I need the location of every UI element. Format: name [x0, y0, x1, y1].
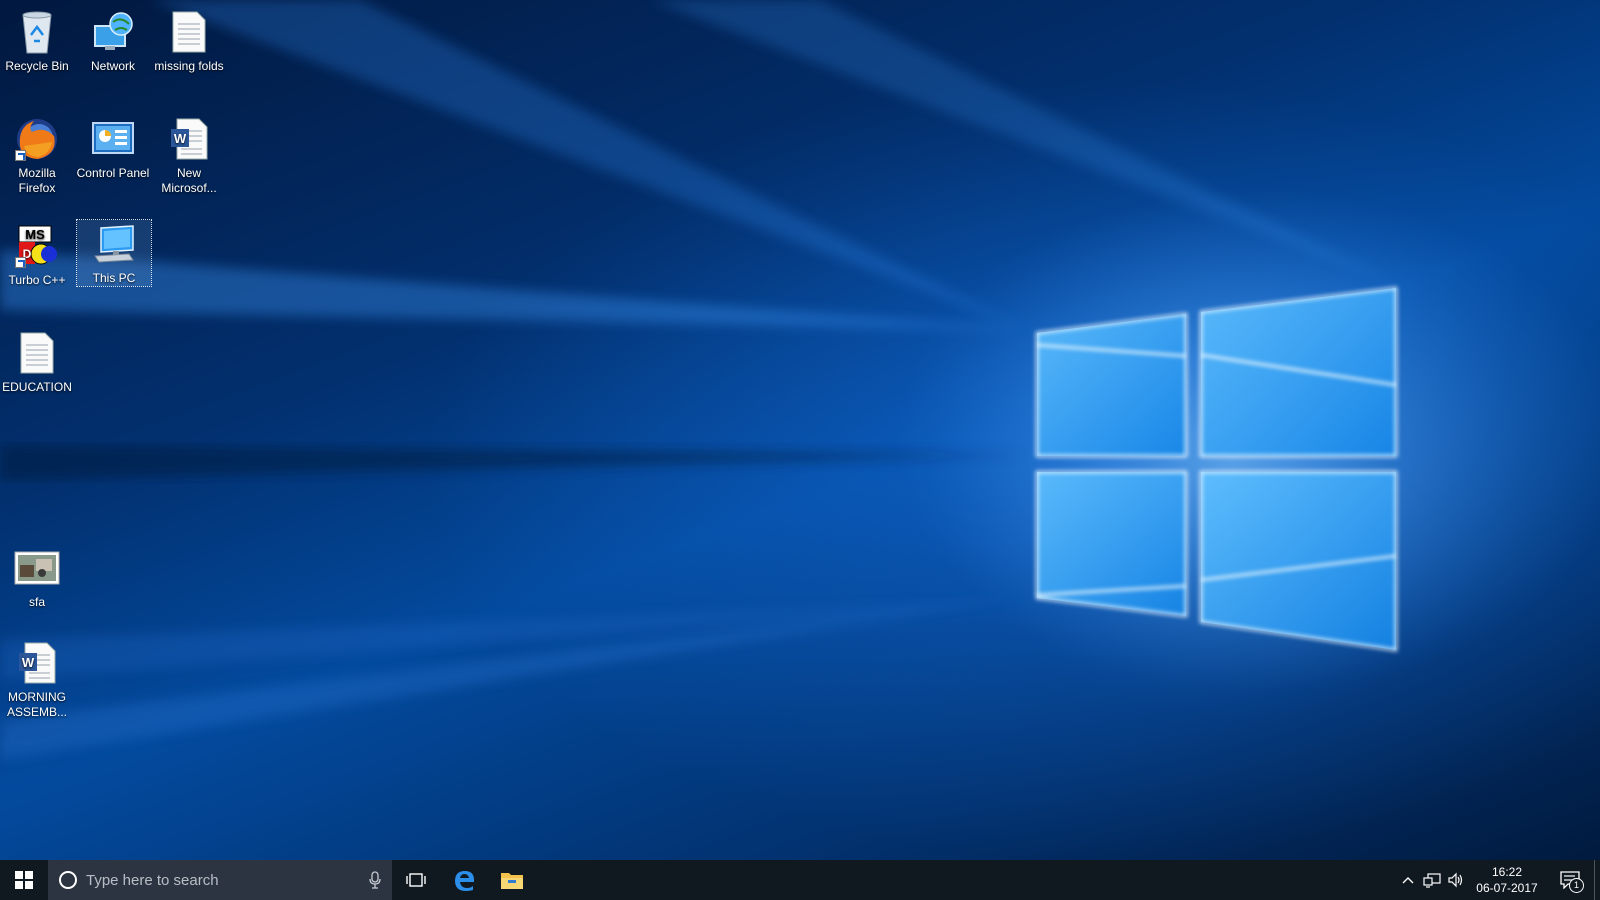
desktop-icon-this-pc[interactable]: This PC — [76, 219, 152, 287]
taskbar-edge-button[interactable] — [440, 860, 488, 900]
desktop-icon-label: New Microsof... — [161, 166, 217, 195]
image-thumbnail-icon — [13, 544, 61, 592]
desktop-icon-turbo-cpp[interactable]: MS D Turbo C++ — [0, 216, 74, 288]
text-document-icon — [165, 8, 213, 56]
desktop-icon-sfa[interactable]: sfa — [0, 538, 74, 610]
desktop-icon-mozilla-firefox[interactable]: Mozilla Firefox — [0, 109, 74, 196]
taskbar-clock[interactable]: 16:22 06-07-2017 — [1468, 860, 1546, 900]
svg-text:W: W — [174, 131, 187, 146]
desktop-icon-label: Control Panel — [76, 166, 150, 180]
network-icon — [89, 8, 137, 56]
desktop-icon-label: EDUCATION — [2, 380, 72, 394]
edge-icon — [455, 871, 474, 891]
turbo-cpp-icon: MS D — [13, 222, 61, 270]
cortana-icon — [59, 871, 77, 889]
taskbar-file-explorer-button[interactable] — [488, 860, 536, 900]
desktop-icon-label: Turbo C++ — [8, 273, 66, 287]
desktop-icon-label: missing folds — [154, 59, 224, 73]
system-tray: 16:22 06-07-2017 1 — [1396, 860, 1600, 900]
search-placeholder: Type here to search — [86, 871, 219, 889]
desktop-icon-missing-folds[interactable]: missing folds — [152, 2, 226, 74]
desktop-icon-education[interactable]: EDUCATION — [0, 323, 74, 395]
clock-date: 06-07-2017 — [1476, 881, 1538, 895]
recycle-bin-icon — [13, 8, 61, 56]
text-document-icon — [13, 329, 61, 377]
start-button[interactable] — [0, 860, 48, 900]
windows-start-icon — [15, 871, 33, 889]
show-hidden-icons-chevron-icon[interactable] — [1396, 860, 1420, 900]
taskbar-search-box[interactable]: Type here to search — [48, 860, 392, 900]
desktop-icon-label: Mozilla Firefox — [18, 166, 56, 195]
microphone-icon[interactable] — [358, 871, 392, 889]
shortcut-arrow-icon — [15, 257, 26, 268]
desktop-icon-label: Network — [90, 59, 135, 73]
computer-icon — [90, 222, 138, 268]
desktop-icon-label: MORNING ASSEMB... — [6, 690, 68, 719]
file-explorer-icon — [501, 873, 523, 889]
notification-count-badge: 1 — [1569, 878, 1584, 893]
wallpaper — [0, 0, 1530, 760]
svg-text:W: W — [22, 655, 35, 670]
desktop-icon-label: This PC — [92, 271, 136, 285]
desktop-icon-control-panel[interactable]: Control Panel — [76, 109, 150, 181]
desktop-icon-label: Recycle Bin — [5, 59, 69, 73]
task-view-icon — [406, 873, 426, 887]
show-desktop-button[interactable] — [1594, 860, 1600, 900]
action-center-button[interactable]: 1 — [1546, 860, 1594, 900]
shortcut-arrow-icon — [15, 150, 26, 161]
control-panel-icon — [89, 115, 137, 163]
desktop-icon-new-microsoft-word[interactable]: W New Microsof... — [152, 109, 226, 196]
svg-text:MS: MS — [25, 227, 45, 242]
word-document-icon: W — [165, 115, 213, 163]
volume-icon[interactable] — [1444, 860, 1468, 900]
firefox-icon — [13, 115, 61, 163]
network-status-icon[interactable] — [1420, 860, 1444, 900]
clock-time: 16:22 — [1491, 865, 1523, 879]
desktop-icon-label: sfa — [28, 595, 45, 609]
desktop[interactable]: Recycle Bin Network missing folds Mozill… — [0, 0, 1600, 860]
desktop-icon-morning-assembly[interactable]: W MORNING ASSEMB... — [0, 633, 74, 720]
task-view-button[interactable] — [392, 860, 440, 900]
word-document-icon: W — [13, 639, 61, 687]
taskbar: Type here to search 16:22 06-07-2017 1 — [0, 860, 1600, 900]
desktop-icon-network[interactable]: Network — [76, 2, 150, 74]
desktop-icon-recycle-bin[interactable]: Recycle Bin — [0, 2, 74, 74]
